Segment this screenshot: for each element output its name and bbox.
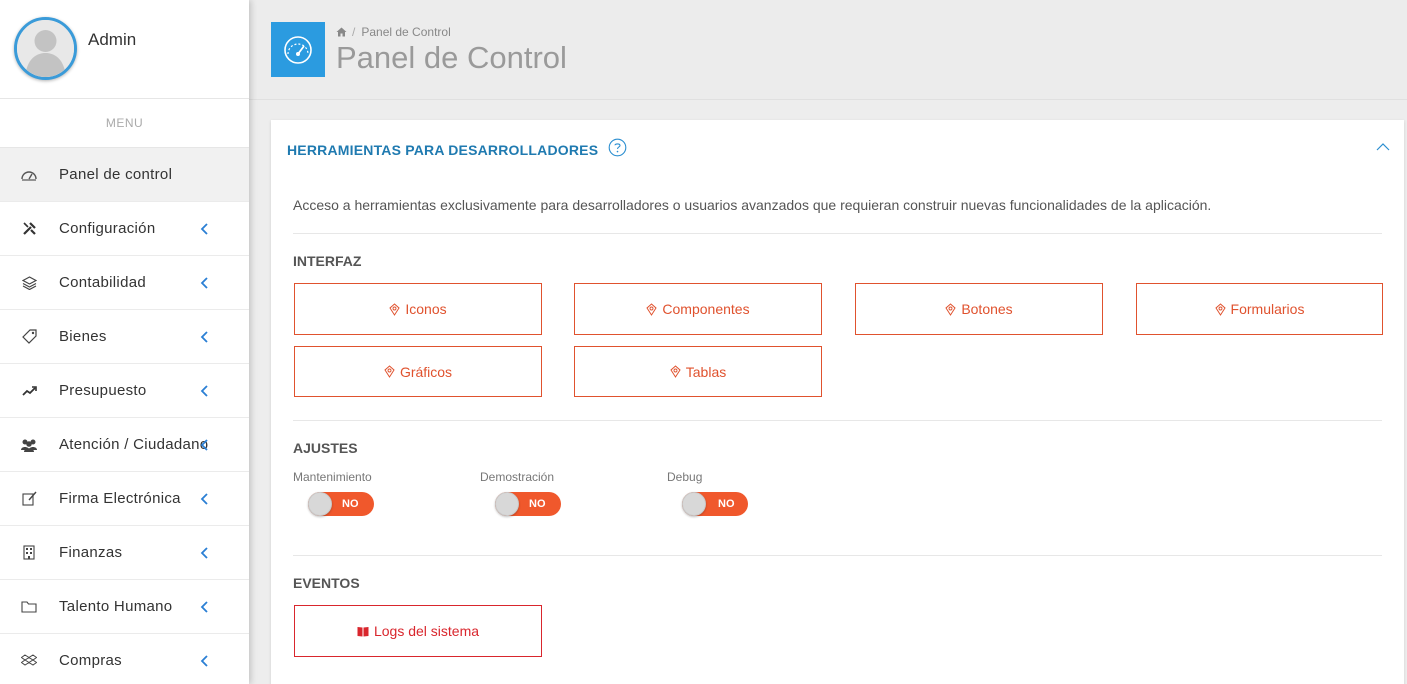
user-name: Admin	[88, 30, 137, 49]
sidebar-item-talento-humano[interactable]: Talento Humano	[0, 580, 249, 634]
button-label: Componentes	[662, 301, 750, 317]
toggle-knob	[682, 492, 706, 516]
sidebar-item-firma-electronica[interactable]: Firma Electrónica	[0, 472, 249, 526]
sidebar-item-label: Finanzas	[59, 544, 123, 561]
chevron-up-icon[interactable]	[1376, 140, 1390, 154]
breadcrumb-separator: /	[352, 25, 356, 39]
divider	[293, 233, 1382, 234]
dev-tools-panel: HERRAMIENTAS PARA DESARROLLADORES Acceso…	[271, 120, 1404, 684]
panel-title: HERRAMIENTAS PARA DESARROLLADORES	[287, 142, 599, 158]
toggle-state: NO	[529, 498, 546, 510]
dashboard-icon	[20, 166, 38, 184]
sidebar-item-label: Compras	[59, 652, 122, 669]
user-avatar-icon	[17, 20, 74, 77]
tablas-button[interactable]: Tablas	[574, 346, 822, 397]
graficos-button[interactable]: Gráficos	[294, 346, 542, 397]
chevron-left-icon	[200, 492, 208, 505]
section-title-ajustes: AJUSTES	[293, 440, 358, 456]
diamond-icon	[389, 302, 401, 316]
diamond-icon	[670, 365, 681, 378]
chevron-left-icon	[200, 276, 208, 289]
chevron-left-icon	[200, 600, 208, 613]
panel-description: Acceso a herramientas exclusivamente par…	[293, 197, 1212, 213]
folder-icon	[20, 598, 38, 616]
tools-icon	[20, 220, 38, 238]
chevron-left-icon	[200, 222, 208, 235]
page-header: / Panel de Control Panel de Control	[249, 0, 1407, 100]
sidebar-item-bienes[interactable]: Bienes	[0, 310, 249, 364]
sidebar-item-compras[interactable]: Compras	[0, 634, 249, 684]
chevron-left-icon	[200, 330, 208, 343]
page-title: Panel de Control	[336, 40, 567, 75]
user-box: Admin	[0, 0, 249, 99]
speedometer-icon	[271, 22, 325, 77]
sidebar-item-label: Configuración	[59, 220, 156, 237]
dropbox-icon	[20, 652, 38, 670]
signature-icon	[20, 490, 38, 508]
sidebar-item-label: Firma Electrónica	[59, 490, 181, 507]
button-label: Botones	[961, 301, 1013, 317]
menu-title: MENU	[0, 99, 249, 148]
sidebar-item-label: Panel de control	[59, 166, 173, 183]
building-icon	[20, 544, 38, 562]
chevron-left-icon	[200, 438, 208, 451]
toggle-state: NO	[342, 498, 359, 510]
divider	[293, 555, 1382, 556]
sidebar-item-label: Atención / Ciudadano	[59, 436, 209, 453]
mantenimiento-toggle[interactable]: NO	[308, 492, 374, 516]
toggle-label-demostracion: Demostración	[480, 470, 555, 484]
debug-toggle[interactable]: NO	[682, 492, 748, 516]
button-label: Formularios	[1230, 301, 1305, 317]
diamond-icon	[384, 365, 395, 378]
chevron-left-icon	[200, 654, 208, 667]
layers-icon	[20, 274, 38, 292]
toggle-label-debug: Debug	[667, 470, 703, 484]
demostracion-toggle[interactable]: NO	[495, 492, 561, 516]
logs-del-sistema-button[interactable]: Logs del sistema	[294, 605, 542, 657]
users-icon	[20, 436, 38, 454]
diamond-icon	[1214, 302, 1226, 316]
toggle-state: NO	[718, 498, 735, 510]
sidebar-item-atencion-ciudadano[interactable]: Atención / Ciudadano	[0, 418, 249, 472]
toggle-knob	[495, 492, 519, 516]
sidebar-item-panel-de-control[interactable]: Panel de control	[0, 148, 249, 202]
button-label: Iconos	[405, 301, 447, 317]
toggle-knob	[308, 492, 332, 516]
button-label: Logs del sistema	[373, 623, 480, 639]
diamond-icon	[945, 302, 956, 316]
tag-icon	[20, 328, 38, 346]
sidebar-item-finanzas[interactable]: Finanzas	[0, 526, 249, 580]
breadcrumb-item[interactable]: Panel de Control	[361, 25, 450, 39]
button-label: Gráficos	[399, 363, 453, 380]
sidebar-item-label: Contabilidad	[59, 274, 146, 291]
sidebar-item-label: Presupuesto	[59, 382, 147, 399]
book-icon	[357, 626, 369, 636]
help-icon[interactable]	[608, 138, 627, 157]
iconos-button[interactable]: Iconos	[294, 283, 542, 335]
chevron-left-icon	[200, 384, 208, 397]
sidebar-item-label: Talento Humano	[59, 598, 173, 615]
chevron-left-icon	[200, 546, 208, 559]
home-icon[interactable]	[336, 27, 347, 37]
sidebar-item-configuracion[interactable]: Configuración	[0, 202, 249, 256]
breadcrumb: / Panel de Control	[336, 25, 451, 39]
diamond-icon	[646, 302, 658, 316]
sidebar-item-contabilidad[interactable]: Contabilidad	[0, 256, 249, 310]
componentes-button[interactable]: Componentes	[574, 283, 822, 335]
section-title-eventos: EVENTOS	[293, 575, 360, 591]
divider	[293, 420, 1382, 421]
trending-up-icon	[20, 382, 38, 400]
sidebar-item-label: Bienes	[59, 328, 107, 345]
sidebar: Admin MENU Panel de control Configuració…	[0, 0, 249, 684]
button-label: Tablas	[685, 363, 727, 380]
formularios-button[interactable]: Formularios	[1136, 283, 1383, 335]
section-title-interfaz: INTERFAZ	[293, 253, 362, 269]
avatar[interactable]	[14, 17, 77, 80]
botones-button[interactable]: Botones	[855, 283, 1103, 335]
sidebar-item-presupuesto[interactable]: Presupuesto	[0, 364, 249, 418]
toggle-label-mantenimiento: Mantenimiento	[293, 470, 372, 484]
